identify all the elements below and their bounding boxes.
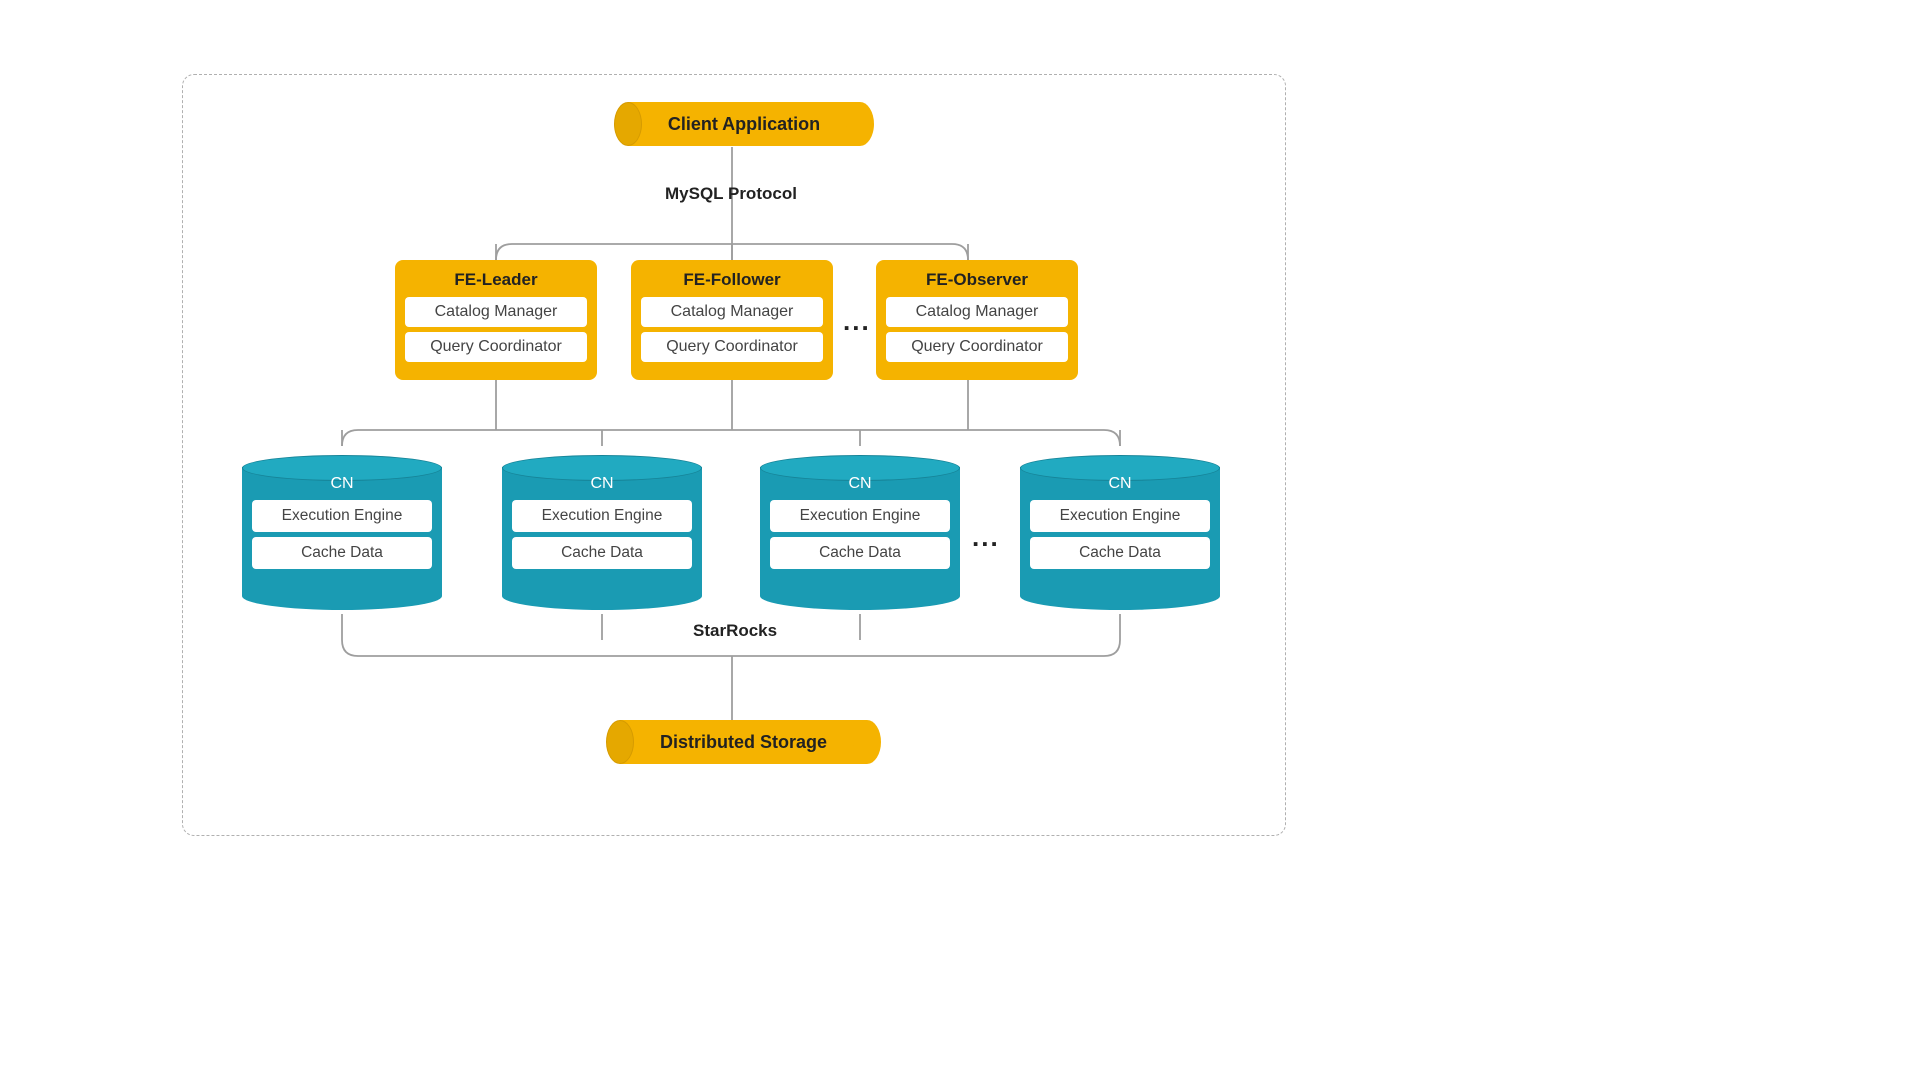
distributed-storage-label: Distributed Storage <box>660 732 827 753</box>
fe-sub: Catalog Manager <box>641 297 823 327</box>
fe-title: FE-Follower <box>641 268 823 292</box>
fe-title: FE-Observer <box>886 268 1068 292</box>
fe-leader-node: FE-Leader Catalog Manager Query Coordina… <box>395 260 597 380</box>
cn-node: CN Execution Engine Cache Data <box>502 455 702 610</box>
cn-node: CN Execution Engine Cache Data <box>760 455 960 610</box>
cn-node: CN Execution Engine Cache Data <box>1020 455 1220 610</box>
cn-sub: Cache Data <box>512 537 692 569</box>
fe-follower-node: FE-Follower Catalog Manager Query Coordi… <box>631 260 833 380</box>
cn-title: CN <box>330 469 353 495</box>
client-application-node: Client Application <box>614 102 874 146</box>
cn-sub: Cache Data <box>1030 537 1210 569</box>
cn-sub: Execution Engine <box>512 500 692 532</box>
cn-title: CN <box>590 469 613 495</box>
cn-node: CN Execution Engine Cache Data <box>242 455 442 610</box>
fe-sub: Catalog Manager <box>886 297 1068 327</box>
fe-sub: Query Coordinator <box>886 332 1068 362</box>
mysql-protocol-label: MySQL Protocol <box>665 184 797 204</box>
client-application-label: Client Application <box>668 114 820 135</box>
cn-sub: Cache Data <box>770 537 950 569</box>
cn-sub: Cache Data <box>252 537 432 569</box>
cn-title: CN <box>1108 469 1131 495</box>
cn-sub: Execution Engine <box>252 500 432 532</box>
starrocks-label: StarRocks <box>693 621 777 641</box>
fe-sub: Query Coordinator <box>405 332 587 362</box>
fe-observer-node: FE-Observer Catalog Manager Query Coordi… <box>876 260 1078 380</box>
cn-sub: Execution Engine <box>1030 500 1210 532</box>
fe-title: FE-Leader <box>405 268 587 292</box>
cn-ellipsis: ... <box>972 522 1000 553</box>
fe-ellipsis: ... <box>843 306 871 337</box>
fe-sub: Catalog Manager <box>405 297 587 327</box>
distributed-storage-node: Distributed Storage <box>606 720 881 764</box>
cn-title: CN <box>848 469 871 495</box>
fe-sub: Query Coordinator <box>641 332 823 362</box>
cn-sub: Execution Engine <box>770 500 950 532</box>
